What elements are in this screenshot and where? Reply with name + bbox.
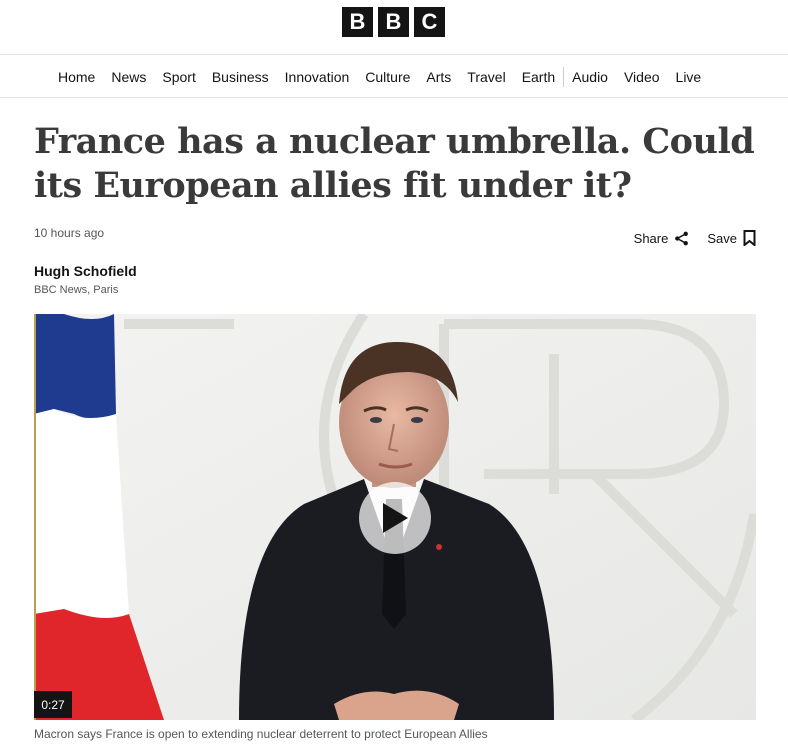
play-icon [383,503,408,533]
video-duration: 0:27 [34,691,72,718]
logo-letter-b1: B [342,7,373,37]
share-icon [675,231,689,245]
share-label: Share [633,230,669,246]
nav-item-live[interactable]: Live [676,69,702,85]
logo-letter-b2: B [378,7,409,37]
nav-item-home[interactable]: Home [58,69,95,85]
nav-item-sport[interactable]: Sport [162,69,195,85]
nav-item-arts[interactable]: Arts [426,69,451,85]
author-role: BBC News, Paris [34,284,119,296]
bbc-logo[interactable]: B B C [342,7,445,37]
share-button[interactable]: Share [634,231,690,246]
video-caption: Macron says France is open to extending … [34,727,488,741]
article-actions: Share Save [634,230,756,246]
nav-divider [563,66,565,87]
nav-item-video[interactable]: Video [624,69,660,85]
main-nav: Home News Sport Business Innovation Cult… [0,56,788,98]
masthead: B B C [0,0,788,55]
article-headline: France has a nuclear umbrella. Could its… [34,121,755,206]
nav-item-business[interactable]: Business [212,69,269,85]
nav-item-news[interactable]: News [111,69,146,85]
video-player[interactable]: 0:27 [34,314,756,720]
nav-item-travel[interactable]: Travel [467,69,505,85]
logo-letter-c: C [414,7,445,37]
save-button[interactable]: Save [707,230,756,246]
save-label: Save [707,230,737,246]
author-name[interactable]: Hugh Schofield [34,263,137,279]
bookmark-icon [743,230,756,246]
nav-item-culture[interactable]: Culture [365,69,410,85]
nav-item-audio[interactable]: Audio [572,69,608,85]
nav-item-earth[interactable]: Earth [522,69,555,85]
play-button[interactable] [359,482,431,554]
nav-item-innovation[interactable]: Innovation [285,69,350,85]
article-timestamp: 10 hours ago [34,226,105,240]
